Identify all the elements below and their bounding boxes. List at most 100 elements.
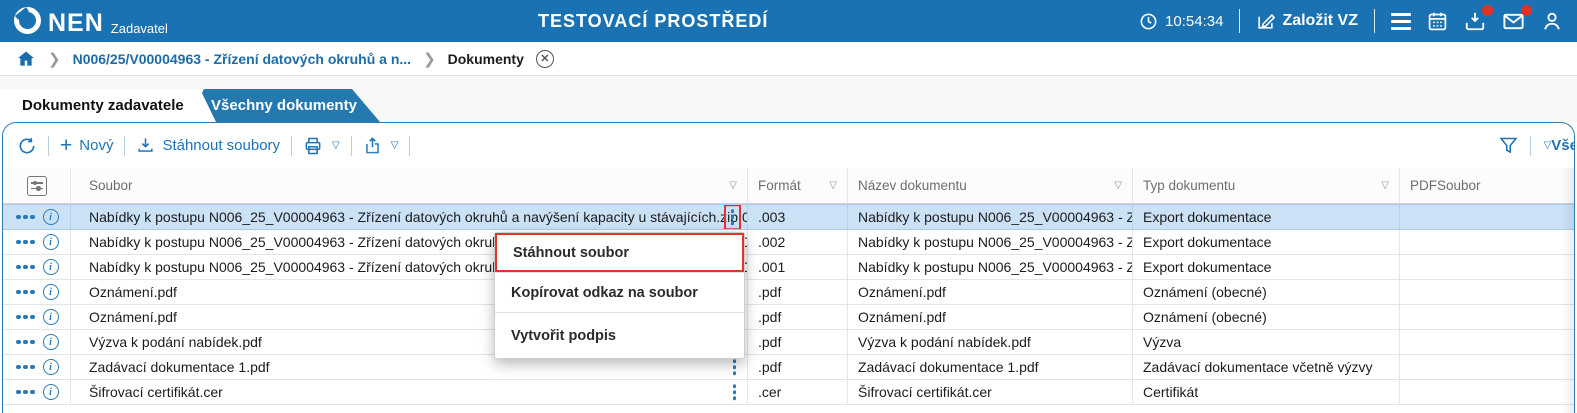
calendar-icon[interactable] [1427, 11, 1448, 32]
column-header-format[interactable]: Formát ▽ [748, 168, 848, 203]
clock-widget: 10:54:34 [1139, 12, 1223, 31]
table-row[interactable]: i Výzva k podání nabídek.pdf .pdf Výzva … [3, 330, 1574, 355]
menu-item-kopirovat-odkaz[interactable]: Kopírovat odkaz na soubor [495, 272, 744, 312]
pdf-cell [1400, 255, 1574, 279]
print-button[interactable]: ▽ [303, 136, 340, 156]
info-icon[interactable]: i [42, 284, 59, 300]
divider [409, 135, 411, 156]
table-row[interactable]: i Nabídky k postupu N006_25_V00004963 - … [3, 230, 1574, 255]
notification-dot [1482, 5, 1493, 16]
share-icon [363, 136, 382, 155]
grid-toolbar: + Nový Stáhnout soubory ▽ ▽ ▽ Vš [3, 123, 1574, 168]
divider [291, 135, 293, 156]
kebab-menu-icon[interactable] [723, 205, 741, 229]
nen-logo-icon [14, 6, 41, 34]
menu-item-vytvorit-podpis[interactable]: Vytvořit podpis [495, 312, 744, 358]
info-icon[interactable]: i [42, 359, 59, 375]
divider [48, 135, 49, 156]
row-actions-icon[interactable] [16, 214, 35, 220]
tab-dokumenty-zadavatele[interactable]: Dokumenty zadavatele [0, 89, 216, 122]
info-icon[interactable]: i [42, 209, 59, 225]
filter-triangle-icon[interactable]: ▽ [723, 180, 737, 191]
filter-triangle-icon[interactable]: ▽ [823, 180, 837, 191]
file-context-menu: Stáhnout soubor Kopírovat odkaz na soubo… [494, 232, 745, 359]
divider [124, 135, 126, 156]
pdf-cell [1400, 305, 1574, 329]
info-icon[interactable]: i [42, 384, 59, 400]
table-row[interactable]: i Šifrovací certifikát.cer .cer Šifrovac… [3, 380, 1574, 405]
documents-panel: + Nový Stáhnout soubory ▽ ▽ ▽ Vš Soubor … [2, 122, 1575, 413]
row-actions-icon[interactable] [16, 264, 35, 270]
row-actions-icon[interactable] [16, 339, 35, 345]
kebab-menu-icon[interactable] [728, 381, 742, 403]
pdf-cell [1400, 380, 1574, 404]
plus-icon: + [60, 134, 73, 157]
scroll-edge-shadow [1562, 168, 1574, 413]
info-icon[interactable]: i [42, 309, 59, 325]
column-header-pdfsoubor[interactable]: PDFSoubor [1400, 168, 1574, 203]
documents-table: Soubor ▽ Formát ▽ Název dokumentu ▽ Typ … [3, 168, 1574, 413]
pdf-cell [1400, 330, 1574, 354]
chevron-down-icon: ▽ [390, 140, 399, 151]
pdf-cell [1400, 355, 1574, 379]
brand-name: NEN [48, 8, 104, 37]
table-row[interactable]: i Nabídky k postupu N006_25_V00004963 - … [3, 204, 1574, 230]
column-settings-icon [26, 175, 47, 196]
chevron-right-icon: ❯ [423, 50, 436, 68]
app-header: NEN Zadavatel TESTOVACÍ PROSTŘEDÍ 10:54:… [0, 0, 1577, 42]
row-actions-icon[interactable] [16, 239, 35, 245]
tab-vsechny-dokumenty[interactable]: Všechny dokumenty [188, 89, 380, 122]
row-actions-icon[interactable] [16, 289, 35, 295]
download-files-button[interactable]: Stáhnout soubory [136, 136, 280, 155]
export-button[interactable]: ▽ [363, 136, 399, 155]
clock-icon [1139, 12, 1158, 31]
notification-dot [1521, 4, 1532, 16]
breadcrumb-current: Dokumenty [447, 50, 524, 67]
downloads-icon[interactable] [1464, 5, 1493, 32]
table-header-row: Soubor ▽ Formát ▽ Název dokumentu ▽ Typ … [3, 168, 1574, 204]
table-row[interactable]: i Oznámení.pdf .pdf Oznámení.pdf Oznámen… [3, 280, 1574, 305]
breadcrumb: ❯ N006/25/V00004963 - Zřízení datových o… [0, 42, 1577, 76]
column-header-soubor[interactable]: Soubor ▽ [71, 168, 748, 203]
row-actions-icon[interactable] [16, 389, 35, 395]
filter-icon[interactable] [1498, 135, 1519, 156]
divider [1529, 135, 1531, 156]
filter-triangle-icon[interactable]: ▽ [1375, 180, 1389, 191]
user-profile-icon[interactable] [1541, 10, 1563, 32]
pdf-cell [1400, 230, 1574, 254]
table-row[interactable]: i Nabídky k postupu N006_25_V00004963 - … [3, 255, 1574, 280]
row-actions-icon[interactable] [16, 314, 35, 320]
filter-triangle-icon[interactable]: ▽ [1108, 180, 1122, 191]
kebab-menu-icon[interactable] [728, 356, 742, 378]
tab-strip: Všechny dokumenty Dokumenty zadavatele [0, 76, 1577, 122]
download-icon [136, 136, 155, 155]
divider [1239, 9, 1241, 33]
row-actions-icon[interactable] [16, 364, 35, 370]
divider [1374, 9, 1375, 33]
filter-preset-dropdown[interactable]: Vše [1551, 137, 1574, 154]
chevron-down-icon: ▽ [332, 140, 340, 151]
mail-icon[interactable] [1502, 4, 1532, 33]
refresh-button[interactable] [17, 136, 37, 156]
breadcrumb-procedure-link[interactable]: N006/25/V00004963 - Zřízení datových okr… [73, 51, 411, 67]
info-icon[interactable]: i [42, 234, 59, 250]
chevron-right-icon: ❯ [48, 50, 61, 68]
info-icon[interactable]: i [42, 259, 59, 275]
table-row[interactable]: i Oznámení.pdf .pdf Oznámení.pdf Oznámen… [3, 305, 1574, 330]
brand-role: Zadavatel [110, 20, 168, 36]
create-vz-button[interactable]: Založit VZ [1256, 12, 1358, 31]
menu-item-stahnout-soubor[interactable]: Stáhnout soubor [495, 233, 744, 272]
clock-time: 10:54:34 [1165, 12, 1224, 30]
menu-icon[interactable] [1391, 12, 1411, 30]
table-row[interactable]: i Zadávací dokumentace 1.pdf .pdf Zadáva… [3, 355, 1574, 380]
home-icon[interactable] [16, 49, 36, 69]
environment-title: TESTOVACÍ PROSTŘEDÍ [538, 10, 769, 31]
info-icon[interactable]: i [42, 334, 59, 350]
divider [350, 135, 352, 156]
column-settings-cell[interactable] [3, 168, 71, 203]
column-header-nazev[interactable]: Název dokumentu ▽ [848, 168, 1133, 203]
app-logo[interactable]: NEN Zadavatel [14, 6, 168, 37]
new-button[interactable]: + Nový [60, 135, 113, 156]
close-breadcrumb-icon[interactable]: ✕ [535, 49, 554, 68]
column-header-typ[interactable]: Typ dokumentu ▽ [1133, 168, 1400, 203]
